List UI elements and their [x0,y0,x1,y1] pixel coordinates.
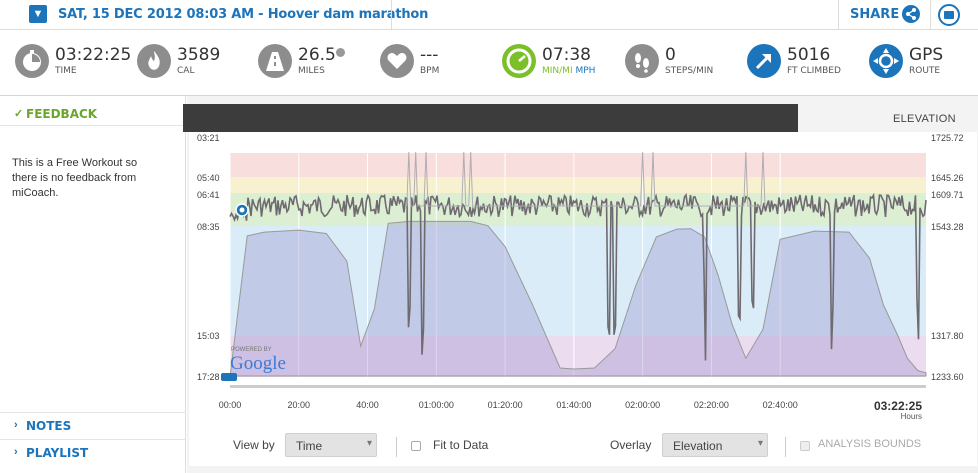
view-by-value: Time [296,439,323,453]
zone-band-red [230,153,926,177]
workout-title: SAT, 15 DEC 2012 08:03 AM - Hoover dam m… [58,7,429,22]
overlay-label: Overlay [610,438,652,452]
chart-controls: View by Time ▾ Fit to Data Overlay Eleva… [187,431,978,459]
flame-icon [137,44,171,78]
calories-value: 3589 [177,45,221,65]
zone-band-yellow [230,177,926,193]
speedometer-icon [502,44,536,78]
fit-to-data-label: Fit to Data [433,438,489,452]
fit-to-data-checkbox[interactable] [411,441,421,451]
pace-tick: 05:40 [197,173,220,183]
position-marker[interactable] [235,203,249,217]
heart-rate-value: --- [420,45,439,65]
view-by-label: View by [233,438,275,452]
pace-tick: 08:35 [197,222,220,232]
header-divider [391,0,392,30]
climb-label: FT CLIMBED [787,66,841,76]
elevation-tick: 1317.80 [931,331,964,341]
chevron-down-icon: ▾ [757,438,763,449]
chart-panel: ELEVATION 03:21 05:40 06:41 08:35 15:03 … [183,96,978,473]
workout-header: ▼ SAT, 15 DEC 2012 08:03 AM - Hoover dam… [0,0,978,30]
control-divider [785,437,786,457]
cadence-value: 0 [665,45,676,65]
print-icon[interactable] [938,4,960,26]
heart-rate-label: BPM [420,66,440,76]
footprints-icon [625,44,659,78]
feedback-header[interactable]: ✓ FEEDBACK [0,102,186,126]
time-tick: 02:40:00 [763,400,798,410]
workout-dropdown-button[interactable]: ▼ [29,5,47,23]
time-label: TIME [55,66,77,76]
time-axis: 00:00 20:00 40:00 01:00:00 01:20:00 01:40:00 0… [219,400,798,410]
distance-value: 26.5 [298,45,336,65]
time-tick: 02:00:00 [625,400,660,410]
pace-tick: 03:21 [197,133,220,143]
gps-icon [869,44,903,78]
notes-section[interactable]: › NOTES [0,412,186,438]
feedback-text: This is a Free Workout so there is no fe… [12,157,138,199]
time-tick: 40:00 [356,400,379,410]
time-tick: 02:20:00 [694,400,729,410]
elevation-tick: 1609.71 [931,190,964,200]
elevation-tick: 1725.72 [931,133,964,143]
google-logo: Google [230,353,286,374]
elapsed-unit: Hours [901,412,922,421]
pace-unit-min-mi[interactable]: MIN/MI [542,66,573,76]
chevron-down-icon: ▼ [32,8,44,20]
elevation-tick: 1543.28 [931,222,964,232]
chevron-down-icon: ▾ [366,438,372,449]
pace-unit-mph[interactable]: MPH [575,66,595,76]
notes-label: NOTES [26,419,72,433]
header-divider [930,0,931,30]
chevron-down-icon: ✓ [14,108,24,120]
time-scrubber-handle[interactable] [221,373,237,381]
climb-arrow-icon [747,44,781,78]
pace-tick: 15:03 [197,331,220,341]
playlist-section[interactable]: › PLAYLIST [0,439,186,465]
share-button[interactable]: SHARE [850,7,899,22]
feedback-title: FEEDBACK [26,107,98,121]
calories-label: CAL [177,66,195,76]
workout-chart[interactable]: 03:21 05:40 06:41 08:35 15:03 17:28 1725… [187,96,978,473]
elevation-tick: 1645.26 [931,173,964,183]
pace-value: 07:38 [542,45,591,65]
time-scrubber-track[interactable] [230,385,926,388]
time-tick: 01:20:00 [488,400,523,410]
pace-unit-labels: MIN/MI MPH [542,66,595,76]
overlay-value: Elevation [673,439,723,453]
time-tick: 20:00 [288,400,311,410]
time-tick: 01:00:00 [419,400,454,410]
elevation-tick: 1233.60 [931,372,964,382]
chevron-right-icon: › [14,446,18,458]
stopwatch-icon [15,44,49,78]
overlay-select[interactable]: Elevation ▾ [662,433,768,457]
chevron-right-icon: › [14,419,18,431]
view-by-select[interactable]: Time ▾ [285,433,377,457]
gps-label: ROUTE [909,66,941,76]
road-icon [258,44,292,78]
share-icon[interactable] [902,5,920,23]
pace-tick: 06:41 [197,190,220,200]
gps-value: GPS [909,45,944,65]
heart-icon [380,44,414,78]
time-value: 03:22:25 [55,45,132,65]
elapsed-total: 03:22:25 [874,399,922,413]
cadence-label: STEPS/MIN [665,66,714,76]
control-divider [396,437,397,457]
analysis-bounds-checkbox[interactable] [800,441,810,451]
header-divider [838,0,839,30]
stats-bar: 03:22:25 TIME 3589 CAL 26.5 MILES --- BP… [0,30,978,96]
edit-distance-icon[interactable] [336,48,345,57]
climb-value: 5016 [787,45,831,65]
analysis-bounds-label: ANALYSIS BOUNDS [818,438,922,450]
distance-label: MILES [298,66,325,76]
time-tick: 00:00 [219,400,242,410]
time-tick: 01:40:00 [556,400,591,410]
left-sidebar: ✓ FEEDBACK This is a Free Workout so the… [0,96,186,473]
playlist-label: PLAYLIST [26,446,89,460]
pace-tick: 17:28 [197,372,220,382]
